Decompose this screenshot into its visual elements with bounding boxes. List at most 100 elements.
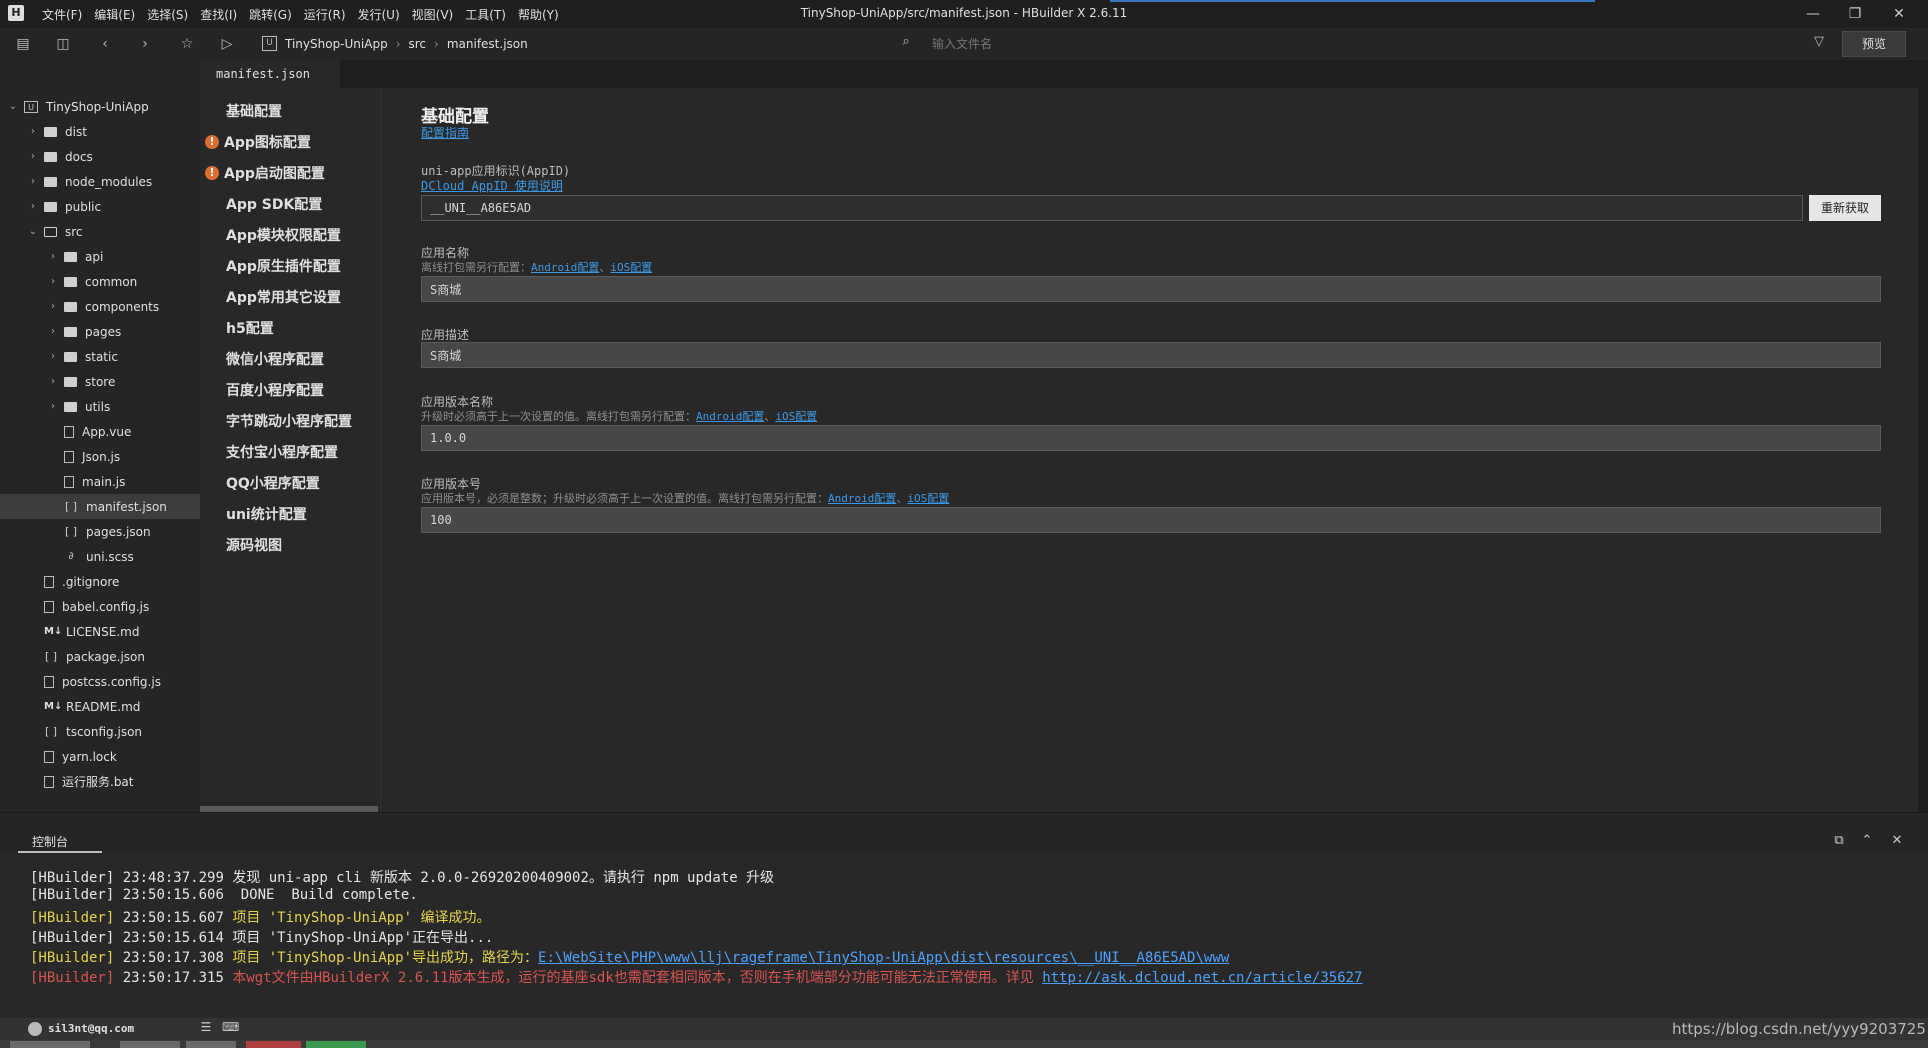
preview-button[interactable]: 预览 <box>1842 31 1906 57</box>
back-icon[interactable]: ‹ <box>94 34 116 54</box>
separator: 、 <box>599 261 611 274</box>
ios-config-link[interactable]: iOS配置 <box>610 261 652 274</box>
warning-icon: ! <box>205 135 219 149</box>
nav-baidu-mp[interactable]: 百度小程序配置 <box>200 375 406 405</box>
nav-alipay-mp[interactable]: 支付宝小程序配置 <box>200 437 406 467</box>
close-icon[interactable]: ✕ <box>1888 4 1910 24</box>
open-external-icon[interactable]: ⧉ <box>1830 832 1848 850</box>
nav-app-splash[interactable]: ! App启动图配置 <box>200 158 404 188</box>
menu-tools[interactable]: 工具(T) <box>459 6 512 23</box>
run-icon[interactable]: ▷ <box>216 34 238 54</box>
app-desc-field[interactable] <box>421 342 1881 368</box>
appid-help-link[interactable]: DCloud AppID 使用说明 <box>421 177 563 194</box>
json-file-icon: [ ] <box>64 499 78 513</box>
appid-field[interactable] <box>421 195 1803 221</box>
user-email[interactable]: sil3nt@qq.com <box>48 1022 134 1035</box>
app-name-field[interactable] <box>421 276 1881 302</box>
tree-item-label: Json.js <box>82 449 121 464</box>
close-console-icon[interactable]: ✕ <box>1888 832 1906 850</box>
nav-toutiao-mp[interactable]: 字节跳动小程序配置 <box>200 406 406 436</box>
tree-item-label: LICENSE.md <box>66 624 140 639</box>
chevron-right-icon: › <box>51 301 55 312</box>
menu-run[interactable]: 运行(R) <box>298 6 352 23</box>
tree-item-public[interactable]: › public <box>0 194 228 219</box>
version-code-field[interactable] <box>421 507 1881 533</box>
terminal-icon[interactable]: ⌨ <box>222 1020 239 1036</box>
file-search-input[interactable] <box>930 33 1394 55</box>
android-config-link[interactable]: Android配置 <box>531 261 599 274</box>
menu-publish[interactable]: 发行(U) <box>352 6 406 23</box>
breadcrumb-project[interactable]: TinyShop-UniApp <box>285 37 388 51</box>
tree-item-node-modules[interactable]: › node_modules <box>0 169 228 194</box>
menu-help[interactable]: 帮助(Y) <box>512 6 565 23</box>
nav-app-sdk[interactable]: App SDK配置 <box>200 189 406 219</box>
nav-app-native-plugins[interactable]: App原生插件配置 <box>200 251 406 281</box>
config-guide-link[interactable]: 配置指南 <box>421 124 469 141</box>
restore-icon[interactable]: ❐ <box>1844 4 1866 24</box>
nav-h5[interactable]: h5配置 <box>200 313 406 343</box>
tree-item-src[interactable]: ⌄ src <box>0 219 228 244</box>
nav-qq-mp[interactable]: QQ小程序配置 <box>200 468 406 498</box>
log-line: [HBuilder] 23:48:37.299 发现 uni-app cli 新… <box>30 867 774 887</box>
log-prefix: [HBuilder] <box>30 887 115 903</box>
markdown-file-icon: M↓ <box>44 700 63 712</box>
breadcrumb-file[interactable]: manifest.json <box>447 37 528 51</box>
markdown-file-icon: M↓ <box>44 625 63 637</box>
refetch-appid-button[interactable]: 重新获取 <box>1809 195 1881 221</box>
nav-app-permissions[interactable]: App模块权限配置 <box>200 220 406 250</box>
menu-find[interactable]: 查找(I) <box>194 6 243 23</box>
android-config-link[interactable]: Android配置 <box>696 410 764 423</box>
console-tab[interactable]: 控制台 <box>32 833 68 850</box>
forward-icon[interactable]: › <box>134 34 156 54</box>
nav-basic[interactable]: 基础配置 <box>200 96 406 126</box>
log-text: 项目 'TinyShop-UniApp' 编译成功。 <box>232 910 491 926</box>
filter-icon[interactable]: ▽ <box>1810 34 1828 52</box>
minimize-icon[interactable]: — <box>1802 4 1824 24</box>
taskbar-item[interactable] <box>246 1041 301 1048</box>
outline-icon[interactable]: ☰ <box>198 1020 214 1036</box>
ios-config-link[interactable]: iOS配置 <box>907 492 949 505</box>
star-icon[interactable]: ☆ <box>176 34 198 54</box>
tree-item-label: manifest.json <box>86 499 167 514</box>
file-icon <box>44 675 54 688</box>
save-icon[interactable]: ◫ <box>52 34 74 54</box>
android-config-link[interactable]: Android配置 <box>828 492 896 505</box>
ios-config-link[interactable]: iOS配置 <box>775 410 817 423</box>
tree-item-label: babel.config.js <box>62 599 150 614</box>
nav-app-other-settings[interactable]: App常用其它设置 <box>200 282 406 312</box>
taskbar-item[interactable] <box>186 1041 236 1048</box>
nav-source-view[interactable]: 源码视图 <box>200 530 406 560</box>
menu-edit[interactable]: 编辑(E) <box>88 6 141 23</box>
tree-item-docs[interactable]: › docs <box>0 144 228 169</box>
chevron-up-icon[interactable]: ⌃ <box>1858 832 1876 850</box>
nav-app-icon[interactable]: ! App图标配置 <box>200 127 404 157</box>
menu-file[interactable]: 文件(F) <box>36 6 88 23</box>
tab-manifest-json[interactable]: manifest.json <box>200 60 340 88</box>
menu-view[interactable]: 视图(V) <box>406 6 460 23</box>
tree-item-dist[interactable]: › dist <box>0 119 228 144</box>
export-path-link[interactable]: E:\WebSite\PHP\www\llj\rageframe\TinySho… <box>538 950 1229 966</box>
log-text: 项目 'TinyShop-UniApp'导出成功，路径为： <box>232 950 539 966</box>
editor-scrollbar[interactable] <box>1918 60 1928 812</box>
nav-uni-stat[interactable]: uni统计配置 <box>200 499 406 529</box>
menu-goto[interactable]: 跳转(G) <box>243 6 298 23</box>
article-link[interactable]: http://ask.dcloud.net.cn/article/35627 <box>1042 970 1362 986</box>
version-name-field[interactable] <box>421 425 1881 451</box>
new-file-icon[interactable]: ▤ <box>12 34 34 54</box>
taskbar-item[interactable] <box>10 1041 90 1048</box>
folder-open-icon <box>44 226 57 237</box>
taskbar-item[interactable] <box>306 1041 366 1048</box>
log-time: 23:50:15.606 <box>122 887 224 903</box>
chevron-right-icon: › <box>51 326 55 337</box>
chevron-right-icon: › <box>434 36 439 51</box>
tree-item-label: pages <box>85 324 122 339</box>
nav-weixin-mp[interactable]: 微信小程序配置 <box>200 344 406 374</box>
menu-select[interactable]: 选择(S) <box>141 6 194 23</box>
tree-root[interactable]: ⌄ U TinyShop-UniApp <box>0 94 208 119</box>
user-avatar[interactable] <box>28 1022 42 1036</box>
taskbar-item[interactable] <box>120 1041 180 1048</box>
breadcrumb-src[interactable]: src <box>409 37 427 51</box>
file-search-icon[interactable]: ⌕ <box>897 34 915 52</box>
scss-file-icon: ∂ <box>68 550 74 562</box>
tree-item-label: App.vue <box>82 424 132 439</box>
